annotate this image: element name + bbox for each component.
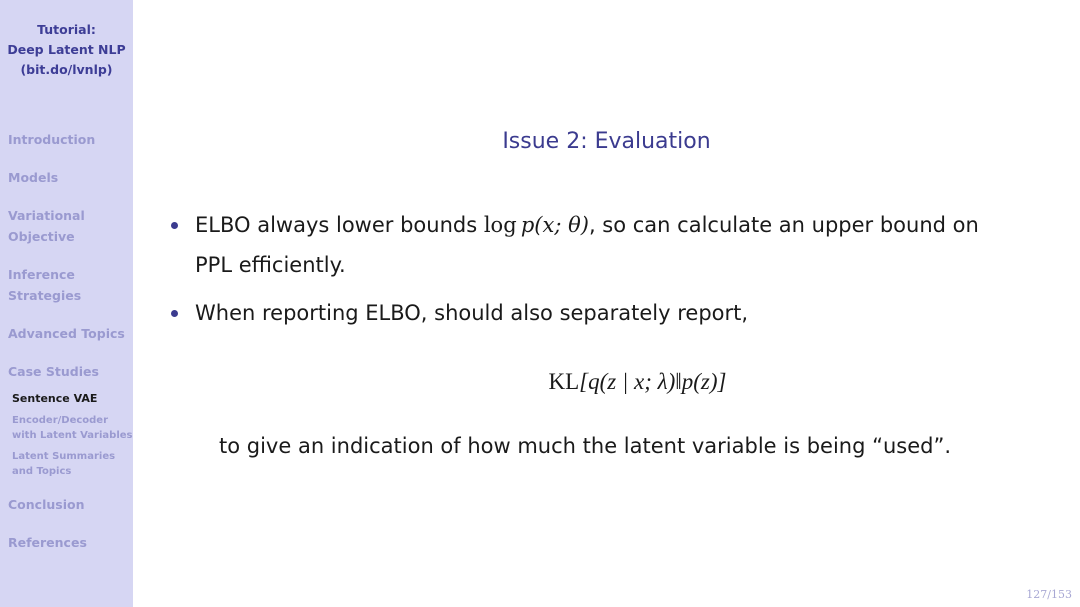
sidebar-subitem-label: and Topics — [12, 466, 72, 477]
sidebar-item-advanced-topics[interactable]: Advanced Topics — [8, 323, 125, 344]
math-expression: p(x; θ) — [520, 213, 589, 237]
sidebar-item-label: Strategies — [8, 288, 82, 303]
navigation-sidebar: Tutorial: Deep Latent NLP (bit.do/lvnlp)… — [0, 0, 133, 607]
math-operator: KL — [548, 369, 580, 394]
sidebar-subitem-label: Sentence VAE — [12, 392, 98, 405]
math-expression: [q(z | x; λ)‖p(z)] — [579, 369, 727, 394]
sidebar-item-label: Variational — [8, 208, 85, 223]
sidebar-item-models[interactable]: Models — [8, 167, 58, 188]
sidebar-item-case-studies[interactable]: Case Studies — [8, 361, 99, 382]
sidebar-item-label: Introduction — [8, 132, 96, 147]
slide-title: Issue 2: Evaluation — [133, 127, 1080, 157]
sidebar-item-label: Objective — [8, 229, 75, 244]
bullet-line: PPL efficiently. — [195, 253, 346, 277]
bullet-text: ELBO always lower bounds — [195, 213, 484, 237]
continuation-text: to give an indication of how much the la… — [219, 434, 952, 458]
bullet-text: When reporting ELBO, should also separat… — [195, 301, 749, 325]
sidebar-item-variational-objective[interactable]: Variational Objective — [8, 205, 85, 247]
sidebar-subitem-label: with Latent Variables — [12, 430, 133, 441]
bullet-line: ELBO always lower bounds log p(x; θ), so… — [195, 205, 1055, 245]
display-equation: KL[q(z | x; λ)‖p(z)] — [133, 362, 1080, 402]
sidebar-item-conclusion[interactable]: Conclusion — [8, 494, 84, 515]
sidebar-item-label: References — [8, 535, 87, 550]
sidebar-item-inference-strategies[interactable]: Inference Strategies — [8, 264, 81, 306]
bullet-item: When reporting ELBO, should also separat… — [171, 293, 1055, 333]
slide-content: Issue 2: Evaluation ELBO always lower bo… — [133, 0, 1080, 607]
bullet-dot-icon — [171, 310, 178, 317]
sidebar-subitem-label: Encoder/Decoder — [12, 415, 109, 426]
bullet-text: , so can calculate an upper bound on — [588, 213, 979, 237]
math-operator: log — [483, 213, 517, 237]
sidebar-item-label: Advanced Topics — [8, 326, 125, 341]
sidebar-presentation-title[interactable]: Tutorial: Deep Latent NLP (bit.do/lvnlp) — [0, 20, 133, 80]
sidebar-subitem-sentence-vae[interactable]: Sentence VAE — [12, 391, 97, 406]
sidebar-item-introduction[interactable]: Introduction — [8, 129, 95, 150]
sidebar-subitem-latent-summaries[interactable]: Latent Summaries and Topics — [12, 449, 115, 479]
slide-title-text: Issue 2: Evaluation — [502, 129, 711, 154]
inline-math: log p(x; θ) — [484, 213, 589, 237]
sidebar-title-line: Tutorial: — [37, 22, 96, 37]
sidebar-item-label: Case Studies — [8, 364, 99, 379]
sidebar-item-label: Models — [8, 170, 59, 185]
bullet-dot-icon — [171, 222, 178, 229]
sidebar-title-line: (bit.do/lvnlp) — [20, 62, 113, 77]
sidebar-item-references[interactable]: References — [8, 532, 87, 553]
sidebar-item-label: Conclusion — [8, 497, 85, 512]
sidebar-subitem-label: Latent Summaries — [12, 451, 116, 462]
page-number: 127/153 — [1026, 588, 1072, 601]
sidebar-item-label: Inference — [8, 267, 75, 282]
sidebar-subitem-encoder-decoder[interactable]: Encoder/Decoder with Latent Variables — [12, 413, 132, 443]
sidebar-title-line: Deep Latent NLP — [7, 42, 126, 57]
bullet-item: ELBO always lower bounds log p(x; θ), so… — [171, 205, 1055, 285]
